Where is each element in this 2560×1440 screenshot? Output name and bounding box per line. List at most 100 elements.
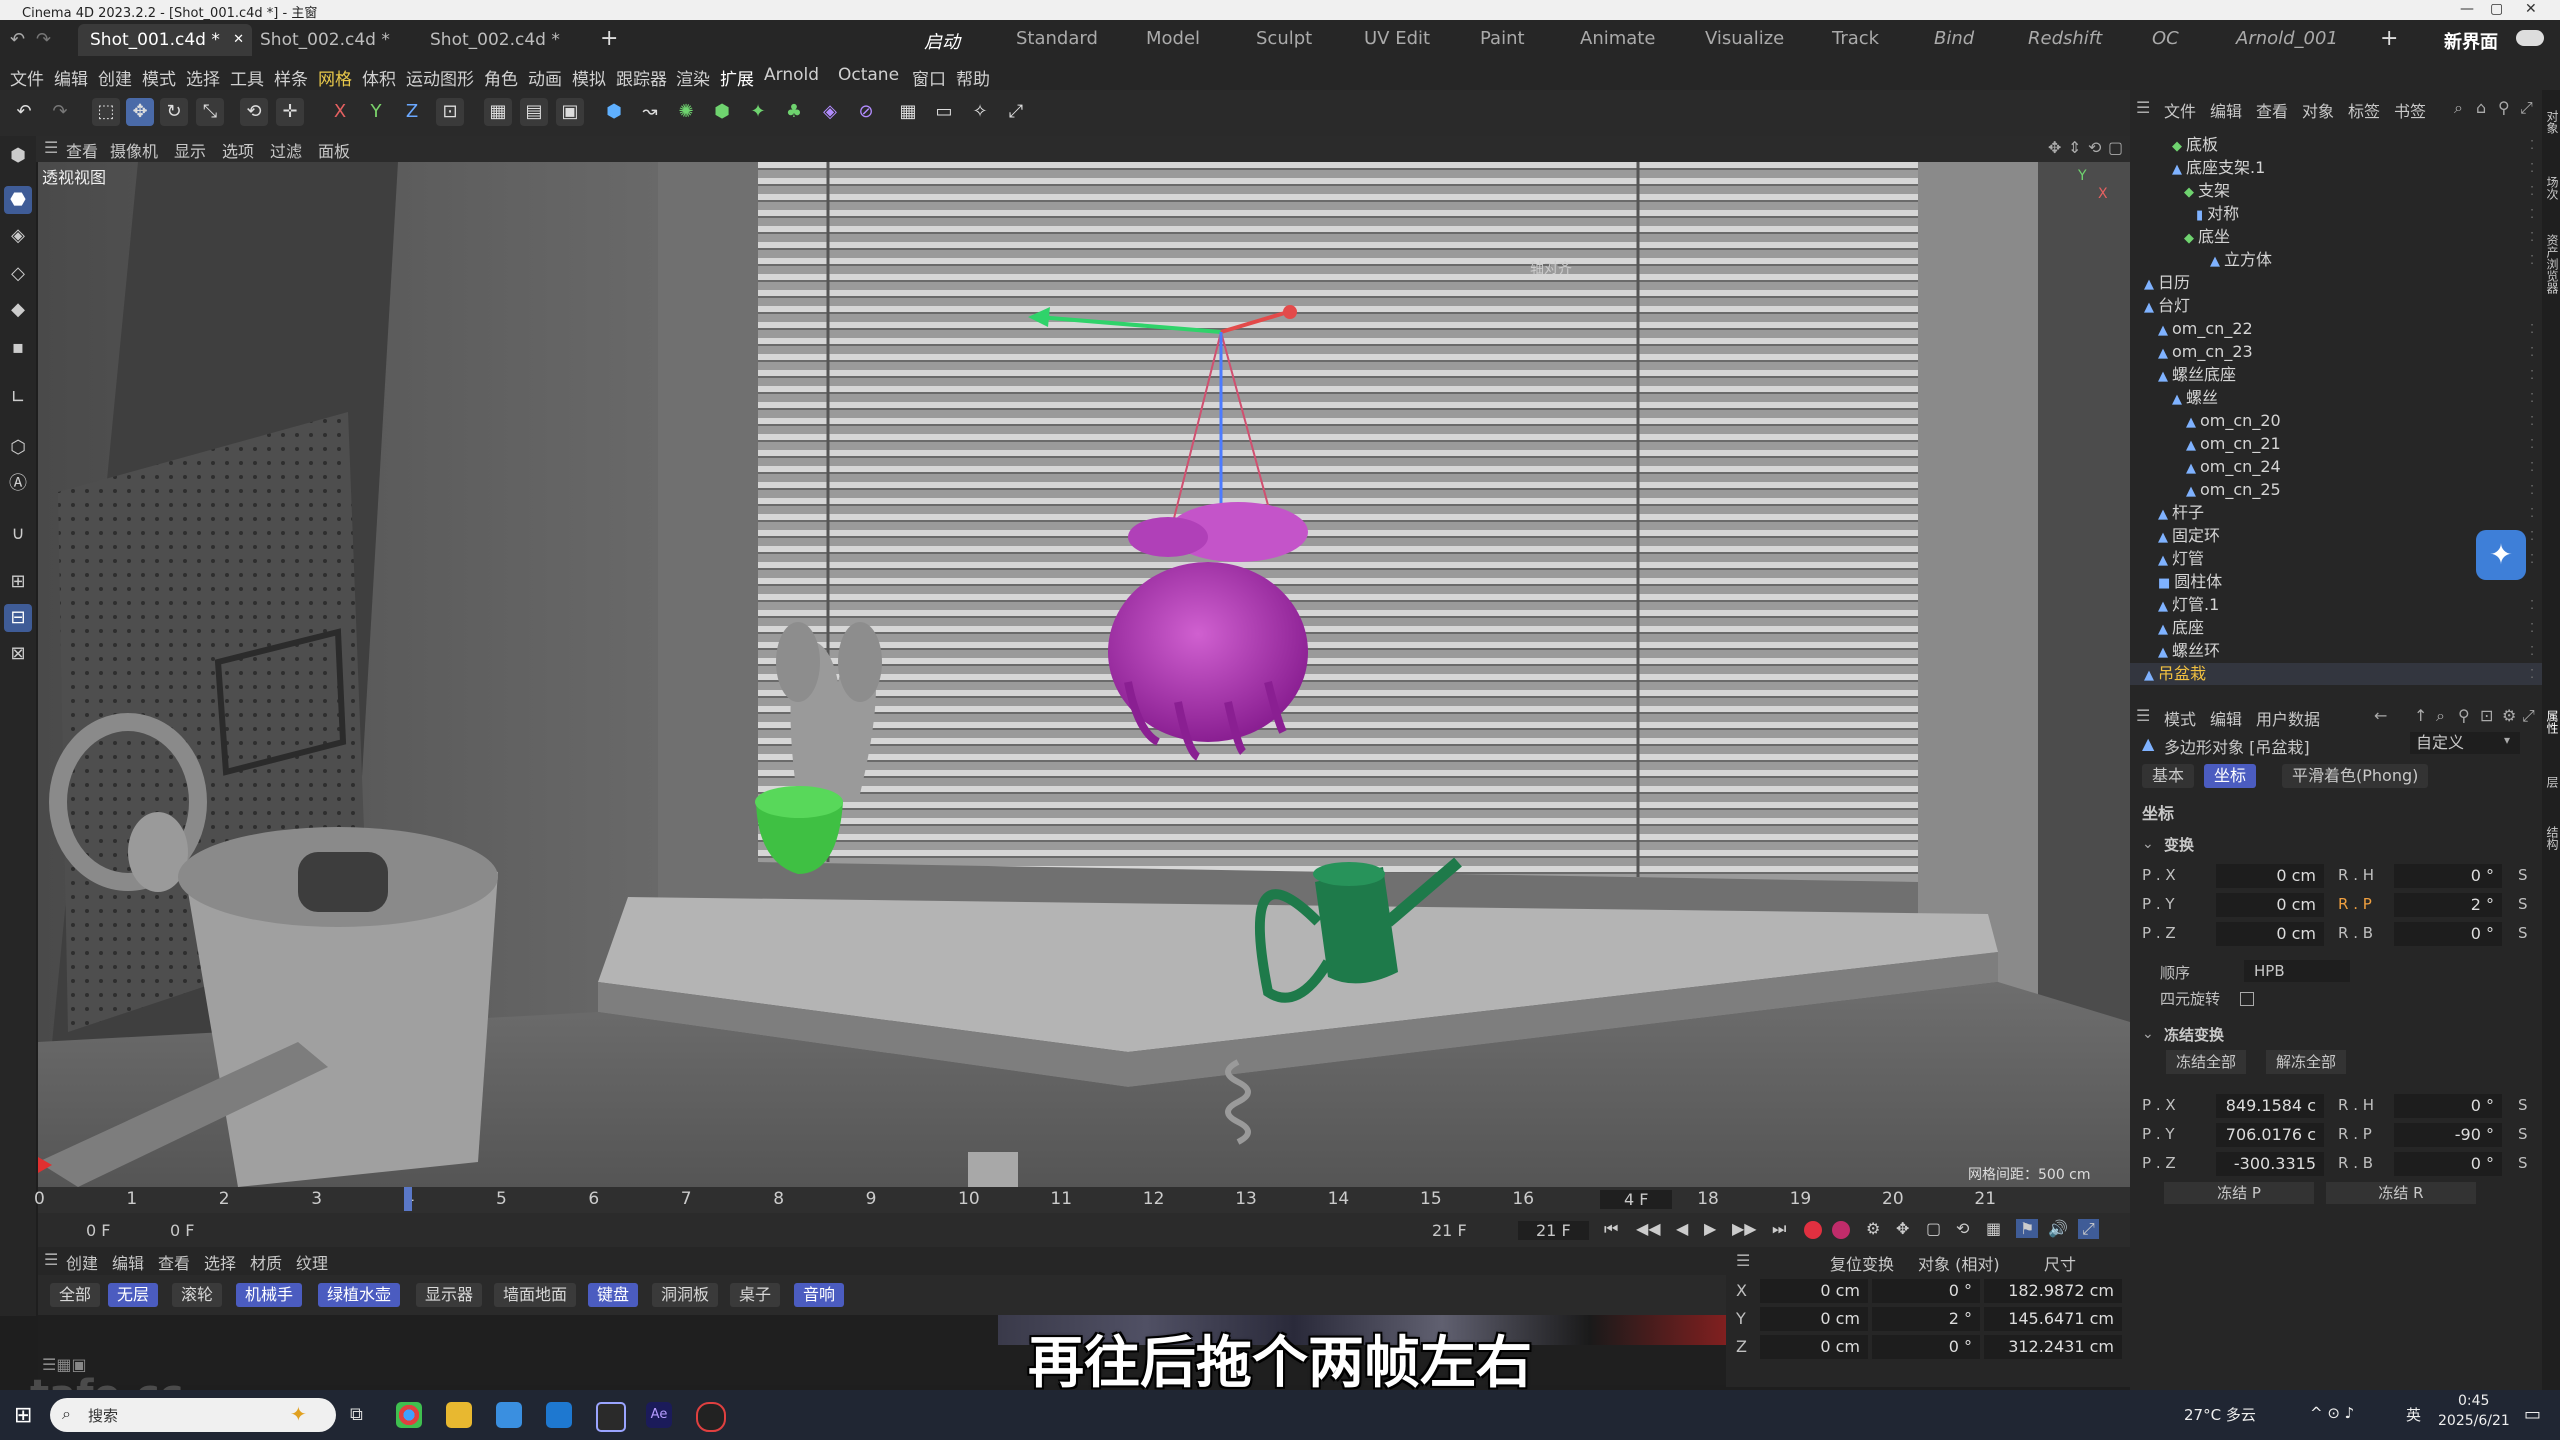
transform-tool-icon[interactable]: ✛ bbox=[276, 98, 304, 126]
side-tab-assets[interactable]: 资产浏览器 bbox=[2544, 234, 2560, 294]
menu-mesh[interactable]: 网格 bbox=[318, 65, 352, 90]
windows-start-icon[interactable]: ⊞ bbox=[14, 1403, 32, 1428]
menu-tools[interactable]: 工具 bbox=[230, 65, 264, 90]
attr-menu-userdata[interactable]: 用户数据 bbox=[2256, 706, 2320, 730]
menu-tracker[interactable]: 跟踪器 bbox=[616, 65, 667, 90]
keyframe-param-icon[interactable]: ▦ bbox=[1986, 1219, 2001, 1238]
pos-y-field[interactable]: 0 cm bbox=[2216, 893, 2324, 917]
coord-size-dropdown[interactable]: 尺寸 bbox=[2044, 1251, 2076, 1275]
menu-edit[interactable]: 编辑 bbox=[54, 65, 88, 90]
freeze-rot-h-field[interactable]: 0 ° bbox=[2394, 1094, 2502, 1118]
edge-mode-icon[interactable]: ◆ bbox=[4, 296, 32, 324]
clock-time[interactable]: 0:45 bbox=[2458, 1393, 2489, 1409]
hamburger-icon[interactable]: ☰ bbox=[44, 1250, 58, 1269]
play-icon[interactable]: ▶ bbox=[1704, 1219, 1716, 1238]
freeze-rot-b-field[interactable]: 0 ° bbox=[2394, 1152, 2502, 1176]
hamburger-icon[interactable]: ☰ bbox=[1736, 1251, 1750, 1270]
hamburger-icon[interactable]: ☰ bbox=[2136, 706, 2150, 725]
menu-mograph[interactable]: 运动图形 bbox=[406, 65, 474, 90]
visibility-icon[interactable]: ⁚ bbox=[2530, 640, 2534, 662]
viewport-orbit-icon[interactable]: ⟲ bbox=[2088, 138, 2101, 157]
workplane-icon[interactable]: ⊞ bbox=[4, 568, 32, 596]
layout-bind[interactable]: Bind bbox=[1934, 28, 1974, 49]
freeze-pos-y-field[interactable]: 706.0176 c bbox=[2216, 1123, 2324, 1147]
current-frame-field[interactable]: 4 F bbox=[1600, 1190, 1673, 1209]
point-mode-icon[interactable]: ◇ bbox=[4, 260, 32, 288]
add-layout-button[interactable]: + bbox=[2380, 26, 2398, 51]
subdivision-icon[interactable]: ✺ bbox=[672, 98, 700, 126]
object-menu-object[interactable]: 对象 bbox=[2302, 98, 2334, 122]
menu-volume[interactable]: 体积 bbox=[362, 65, 396, 90]
visibility-icon[interactable]: ⁚ bbox=[2530, 456, 2534, 478]
preview-start-field[interactable]: 0 F bbox=[170, 1221, 194, 1240]
layer-tag-monitor[interactable]: 显示器 bbox=[416, 1283, 483, 1307]
timeline-ruler[interactable]: 0123456789101112131415161718192021 bbox=[34, 1187, 2130, 1213]
tree-item[interactable]: ▲ 立方体 ⁚ bbox=[2130, 249, 2542, 271]
layer-tag-desk[interactable]: 桌子 bbox=[730, 1283, 781, 1307]
rotate-tool-icon[interactable]: ↻ bbox=[160, 98, 188, 126]
material-menu-create[interactable]: 创建 bbox=[66, 1250, 98, 1274]
coord-rot-x-field[interactable]: 0 ° bbox=[1872, 1279, 1980, 1303]
expand-panel-icon[interactable]: ⤢ bbox=[2522, 706, 2535, 726]
layout-uv-edit[interactable]: UV Edit bbox=[1364, 28, 1430, 49]
tree-item[interactable]: ◆ 底坐 ⁚ bbox=[2130, 226, 2542, 248]
hamburger-icon[interactable]: ☰ bbox=[44, 138, 58, 157]
tab-basic[interactable]: 基本 bbox=[2142, 764, 2195, 788]
attr-menu-edit[interactable]: 编辑 bbox=[2210, 706, 2242, 730]
camera-icon[interactable]: ▭ bbox=[930, 98, 958, 126]
pos-z-field[interactable]: 0 cm bbox=[2216, 922, 2324, 946]
tree-item[interactable]: ▲ om_cn_21 ⁚ bbox=[2130, 433, 2542, 455]
menu-help[interactable]: 帮助 bbox=[956, 65, 990, 90]
visibility-icon[interactable]: ⁚ bbox=[2530, 479, 2534, 501]
tree-item[interactable]: ▲ 螺丝环 ⁚ bbox=[2130, 640, 2542, 662]
freeze-rot-p-field[interactable]: -90 ° bbox=[2394, 1123, 2502, 1147]
tree-item[interactable]: ◆ 支架 ⁚ bbox=[2130, 180, 2542, 202]
layout-redshift[interactable]: Redshift bbox=[2028, 28, 2102, 49]
object-menu-bookmarks[interactable]: 书签 bbox=[2394, 98, 2426, 122]
up-arrow-icon[interactable]: ↑ bbox=[2414, 706, 2427, 725]
start-frame-field[interactable]: 0 F bbox=[86, 1221, 110, 1240]
layer-tag-wheel[interactable]: 滚轮 bbox=[172, 1283, 223, 1307]
field-icon[interactable]: ♣ bbox=[780, 98, 808, 126]
settings-icon[interactable]: ⚙ bbox=[2502, 706, 2516, 725]
layout-animate[interactable]: Animate bbox=[1580, 28, 1655, 49]
viewport-menu-display[interactable]: 显示 bbox=[174, 138, 206, 162]
sound-icon[interactable]: 🔊 bbox=[2048, 1219, 2068, 1238]
close-icon[interactable]: ✕ bbox=[2525, 1, 2537, 17]
filter-icon[interactable]: ⚲ bbox=[2458, 706, 2470, 725]
tab-phong[interactable]: 平滑着色(Phong) bbox=[2282, 764, 2429, 788]
object-menu-tags[interactable]: 标签 bbox=[2348, 98, 2380, 122]
menu-arnold[interactable]: Arnold bbox=[764, 65, 819, 85]
select-tool-icon[interactable]: ⬚ bbox=[92, 98, 120, 126]
visibility-icon[interactable]: ⁚ bbox=[2530, 548, 2534, 570]
menu-render[interactable]: 渲染 bbox=[676, 65, 710, 90]
texture-mode-icon[interactable]: ◈ bbox=[4, 222, 32, 250]
visibility-icon[interactable]: ⁚ bbox=[2530, 663, 2534, 685]
previous-frame-icon[interactable]: ◀ bbox=[1676, 1219, 1688, 1238]
unfreeze-all-button[interactable]: 解冻全部 bbox=[2266, 1050, 2347, 1074]
move-tool-icon[interactable]: ✥ bbox=[126, 98, 154, 126]
timeline[interactable]: 0123456789101112131415161718192021 0 F 0… bbox=[34, 1187, 2130, 1247]
render-settings-icon[interactable]: ▣ bbox=[556, 98, 584, 126]
object-menu-view[interactable]: 查看 bbox=[2256, 98, 2288, 122]
material-menu-material[interactable]: 材质 bbox=[250, 1250, 282, 1274]
reset-transform-button[interactable]: 复位变换 bbox=[1830, 1251, 1894, 1275]
hamburger-icon[interactable]: ☰ bbox=[2136, 98, 2150, 117]
x-axis-lock-icon[interactable]: X bbox=[326, 98, 354, 126]
layout-arnold[interactable]: Arnold_001 bbox=[2236, 28, 2338, 49]
axis-mode-icon[interactable]: ∟ bbox=[4, 384, 32, 412]
locked-workplane-icon[interactable]: ⊟ bbox=[4, 604, 32, 632]
redo-icon[interactable]: ↷ bbox=[36, 29, 51, 50]
coord-size-x-field[interactable]: 182.9872 cm bbox=[1984, 1279, 2122, 1303]
coord-pos-x-field[interactable]: 0 cm bbox=[1760, 1279, 1868, 1303]
tab-coordinates[interactable]: 坐标 bbox=[2204, 764, 2257, 788]
environment-icon[interactable]: ⊘ bbox=[852, 98, 880, 126]
weather-text[interactable]: 27°C 多云 bbox=[2184, 1404, 2256, 1425]
redo-icon[interactable]: ↷ bbox=[46, 98, 74, 126]
attr-menu-mode[interactable]: 模式 bbox=[2164, 706, 2196, 730]
magnet-icon[interactable]: ∪ bbox=[4, 520, 32, 548]
layer-tag-robot-arm[interactable]: 机械手 bbox=[236, 1283, 303, 1307]
tab-shot-002-b[interactable]: Shot_002.c4d * bbox=[418, 24, 572, 56]
tree-item[interactable]: ▲ 底座 ⁚ bbox=[2130, 617, 2542, 639]
tree-item[interactable]: ▲ 螺丝底座 ⁚ bbox=[2130, 364, 2542, 386]
